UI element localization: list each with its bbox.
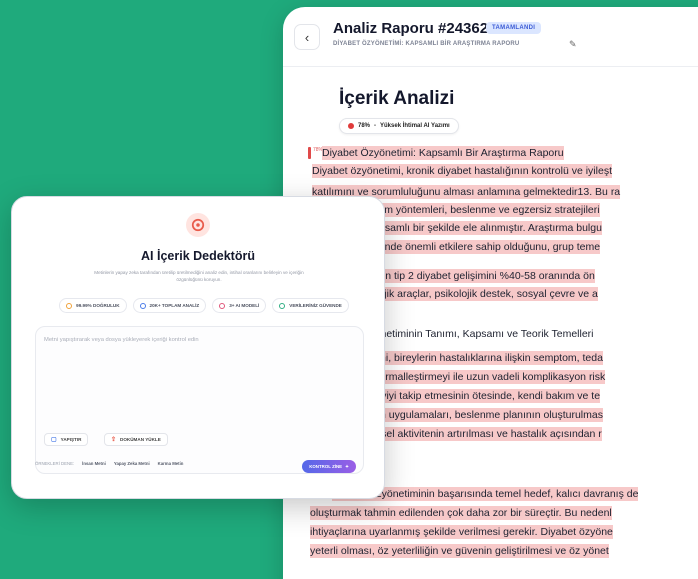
feature-badge-analyses: 20K+ TOPLAM ANALİZ <box>132 298 207 313</box>
report-text-line: özyönetimi, bireylerin hastalıklarına il… <box>338 349 698 367</box>
feature-label: 3+ AI MODELİ <box>229 303 260 308</box>
upload-icon: ⇪ <box>111 437 117 443</box>
paste-button[interactable]: ▢ YAPIŞTIR <box>44 433 89 446</box>
status-badge: TAMAMLANDI <box>486 22 542 34</box>
report-text-line: ihtiyaçlarına uyarlanmış şekilde verilme… <box>310 523 698 541</box>
report-text-line: oluşturmak tahmin edilenden çok daha zor… <box>310 504 698 522</box>
red-dot-icon <box>348 123 354 129</box>
sparkle-icon: ✦ <box>345 463 349 469</box>
ai-highlighted-text: ihtiyaçlarına uyarlanmış şekilde verilme… <box>310 525 613 539</box>
example-mixed-text[interactable]: Karma Metin <box>158 461 184 466</box>
report-title: Analiz Raporu #24362 <box>333 20 489 37</box>
examples-label: ÖRNEKLERİ DENE: <box>35 461 75 466</box>
ai-marker-bar <box>308 147 311 159</box>
example-ai-text[interactable]: Yapay Zeka Metni <box>114 461 150 466</box>
report-text-line: tıbbi tedaviyi takip etmesinin ötesinde,… <box>338 387 698 405</box>
section-title: İçerik Analizi <box>339 88 455 109</box>
plain-text: Özyönetiminin Tanımı, Kapsamı ve Teorik … <box>356 328 594 340</box>
back-button[interactable]: ‹ <box>294 24 320 50</box>
report-text-line: reler üzerinde önemli etkilere sahip old… <box>338 238 698 256</box>
feature-label: 99.99% DOĞRULUK <box>76 303 120 308</box>
feature-badge-models: 3+ AI MODELİ <box>212 298 267 313</box>
examples-row: ÖRNEKLERİ DENE: İnsan Metni Yapay Zeka M… <box>35 461 183 466</box>
report-text-line: Özyönetiminin Tanımı, Kapsamı ve Teorik … <box>356 325 698 343</box>
example-human-text[interactable]: İnsan Metni <box>82 461 106 466</box>
report-text-line: maları, eğitim yöntemleri, beslenme ve e… <box>330 201 698 219</box>
report-text-line: Diyabet Özyönetimi: Kapsamlı Bir Araştır… <box>322 144 698 162</box>
feature-badge-security: VERİLERİNİZ GÜVENDE <box>272 298 349 313</box>
clipboard-icon: ▢ <box>51 437 57 443</box>
upload-label: DOKÜMAN YÜKLE <box>120 437 161 442</box>
ai-highlighted-text: yeterli olması, öz yeterliliğin ve güven… <box>310 544 609 558</box>
text-input-placeholder: Metni yapıştırarak veya dosya yükleyerek… <box>44 337 199 343</box>
report-text-line: Diyabet özyönetimi, kronik diyabet hasta… <box>312 162 698 180</box>
ai-highlighted-text: Diyabet Özyönetimi: Kapsamlı Bir Araştır… <box>322 146 564 160</box>
feature-badge-accuracy: 99.99% DOĞRULUK <box>59 298 127 313</box>
probability-label: Yüksek İhtimal AI Yazımı <box>380 123 450 129</box>
ai-highlighted-text: oluşturmak tahmin edilenden çok daha zor… <box>310 506 612 520</box>
feature-badges: 99.99% DOĞRULUK 20K+ TOPLAM ANALİZ 3+ AI… <box>59 298 349 313</box>
probability-percent: 78% <box>358 123 371 129</box>
target-icon <box>66 302 73 309</box>
ai-content-detector-card: AI İçerik Dedektörü Metinlerin yapay zek… <box>11 196 385 499</box>
paste-label: YAPIŞTIR <box>60 437 82 442</box>
layers-icon <box>219 302 226 309</box>
report-text-line: yeterli olması, öz yeterliliğin ve güven… <box>310 542 698 560</box>
report-text-line: nda teknolojik araçlar, psikolojik deste… <box>330 285 698 303</box>
check-button-label: KONTROL ZİNE <box>309 464 343 469</box>
probability-separator: - <box>374 123 377 129</box>
ai-highlighted-text: Diyabet özyönetimi, kronik diyabet hasta… <box>312 164 612 178</box>
report-text-line: Diyabet özyönetiminin başarısında temel … <box>332 485 698 503</box>
report-text-line: özyönetim uygulamaları, beslenme planını… <box>338 406 698 424</box>
chevron-left-icon: ‹ <box>304 29 310 45</box>
report-text-line: üzeyini normalleştirmeyi ile uzun vadeli… <box>338 368 698 386</box>
detector-title: AI İçerik Dedektörü <box>141 249 255 263</box>
detector-description: Metinlerin yapay zeka tarafından üretili… <box>94 270 304 282</box>
text-input-area[interactable]: Metni yapıştırarak veya dosya yükleyerek… <box>35 326 364 474</box>
ai-probability-pill: 78% - Yüksek İhtimal AI Yazımı <box>339 118 459 134</box>
feature-label: 20K+ TOPLAM ANALİZ <box>149 303 200 308</box>
check-button[interactable]: KONTROL ZİNE ✦ <box>302 460 356 473</box>
report-text-line: amaları kapsamlı bir şekilde ele alınmış… <box>330 219 698 237</box>
report-header: ‹ Analiz Raporu #24362 TAMAMLANDI DİYABE… <box>283 7 698 67</box>
upload-document-button[interactable]: ⇪ DOKÜMAN YÜKLE <box>104 433 168 446</box>
detector-logo-icon <box>186 213 210 237</box>
report-text-line: in ve fiziksel aktivitenin artırılması v… <box>338 425 698 443</box>
pulse-icon <box>139 302 146 309</box>
shield-icon <box>279 302 286 309</box>
feature-label: VERİLERİNİZ GÜVENDE <box>289 303 342 308</box>
report-text-line: edir3. <box>330 446 698 464</box>
report-text-line: işikliklerinin tip 2 diyabet gelişimini … <box>338 267 698 285</box>
edit-pencil-icon[interactable]: ✎ <box>569 39 577 50</box>
report-subtitle: DİYABET ÖZYÖNETİMİ: KAPSAMLI BİR ARAŞTIR… <box>333 41 520 47</box>
